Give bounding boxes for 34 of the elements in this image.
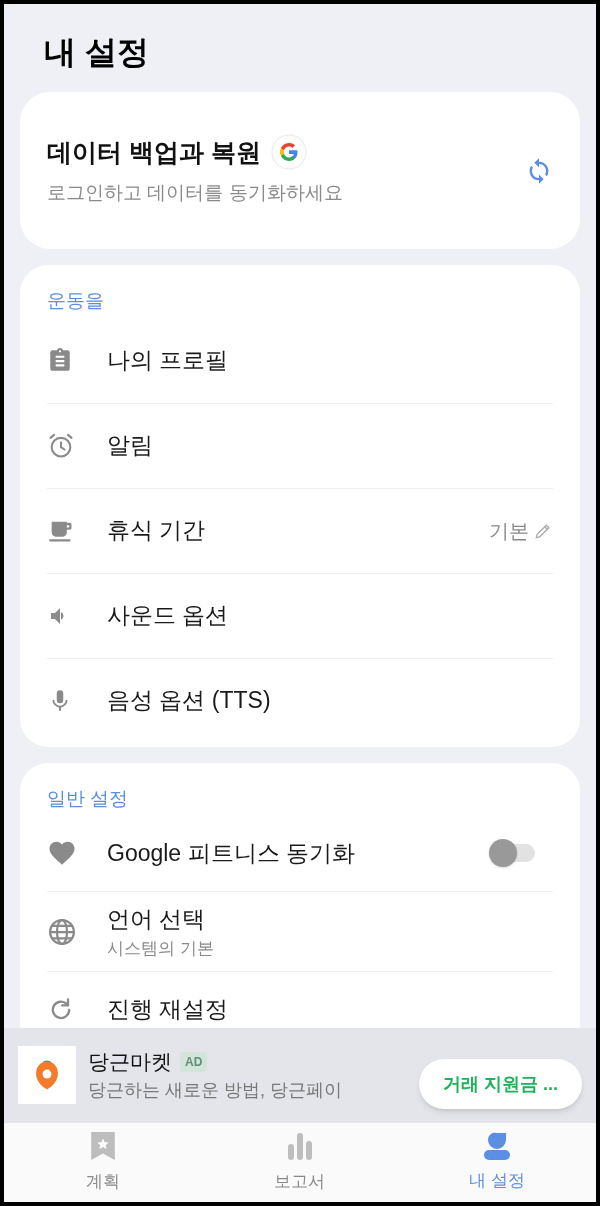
section-label: 운동을	[47, 289, 105, 313]
row-label: Google 피트니스 동기화	[107, 838, 356, 868]
card-title: 데이터 백업과 복원	[47, 136, 261, 168]
row-label: 나의 프로필	[107, 345, 230, 375]
section-label: 일반 설정	[47, 786, 130, 811]
settings-row[interactable]: 음성 옵션 (TTS)	[47, 657, 553, 743]
settings-row[interactable]: Google 피트니스 동기화	[47, 815, 553, 891]
toggle-switch[interactable]	[489, 839, 537, 867]
row-label: 음성 옵션 (TTS)	[107, 686, 272, 716]
settings-row[interactable]: 사운드 옵션	[47, 572, 553, 658]
row-label: 알림	[107, 431, 154, 461]
page-title: 내 설정	[44, 34, 149, 70]
ad-text: 당근하는 새로운 방법, 당근페이	[88, 1079, 343, 1103]
settings-row[interactable]: 나의 프로필	[47, 317, 553, 403]
row-label: 언어 선택	[107, 904, 207, 934]
clipboard-icon	[47, 347, 73, 373]
row-label: 진행 재설정	[107, 995, 230, 1025]
alarm-clock-icon	[47, 431, 75, 460]
card-subtitle: 로그인하고 데이터를 동기화하세요	[47, 181, 343, 205]
row-label: 휴식 기간	[107, 516, 207, 546]
row-label: 사운드 옵션	[107, 601, 230, 631]
person-icon	[483, 1131, 512, 1160]
bar-chart-icon	[288, 1130, 312, 1161]
google-logo-icon	[270, 134, 307, 171]
settings-row[interactable]: 휴식 기간 기본	[47, 487, 553, 573]
ad-badge: AD	[180, 1051, 208, 1072]
globe-icon	[47, 916, 77, 947]
ad-title: 당근마켓	[88, 1048, 172, 1075]
row-subtitle: 시스템의 기본	[107, 938, 215, 960]
settings-row[interactable]: 언어 선택 시스템의 기본	[47, 891, 553, 971]
bookmark-star-icon	[89, 1130, 116, 1161]
ad-banner[interactable]: 당근마켓 AD 당근하는 새로운 방법, 당근페이 거래 지원금 ...	[4, 1028, 596, 1122]
row-value: 기본	[489, 518, 529, 544]
settings-row[interactable]: 알림	[47, 402, 553, 488]
